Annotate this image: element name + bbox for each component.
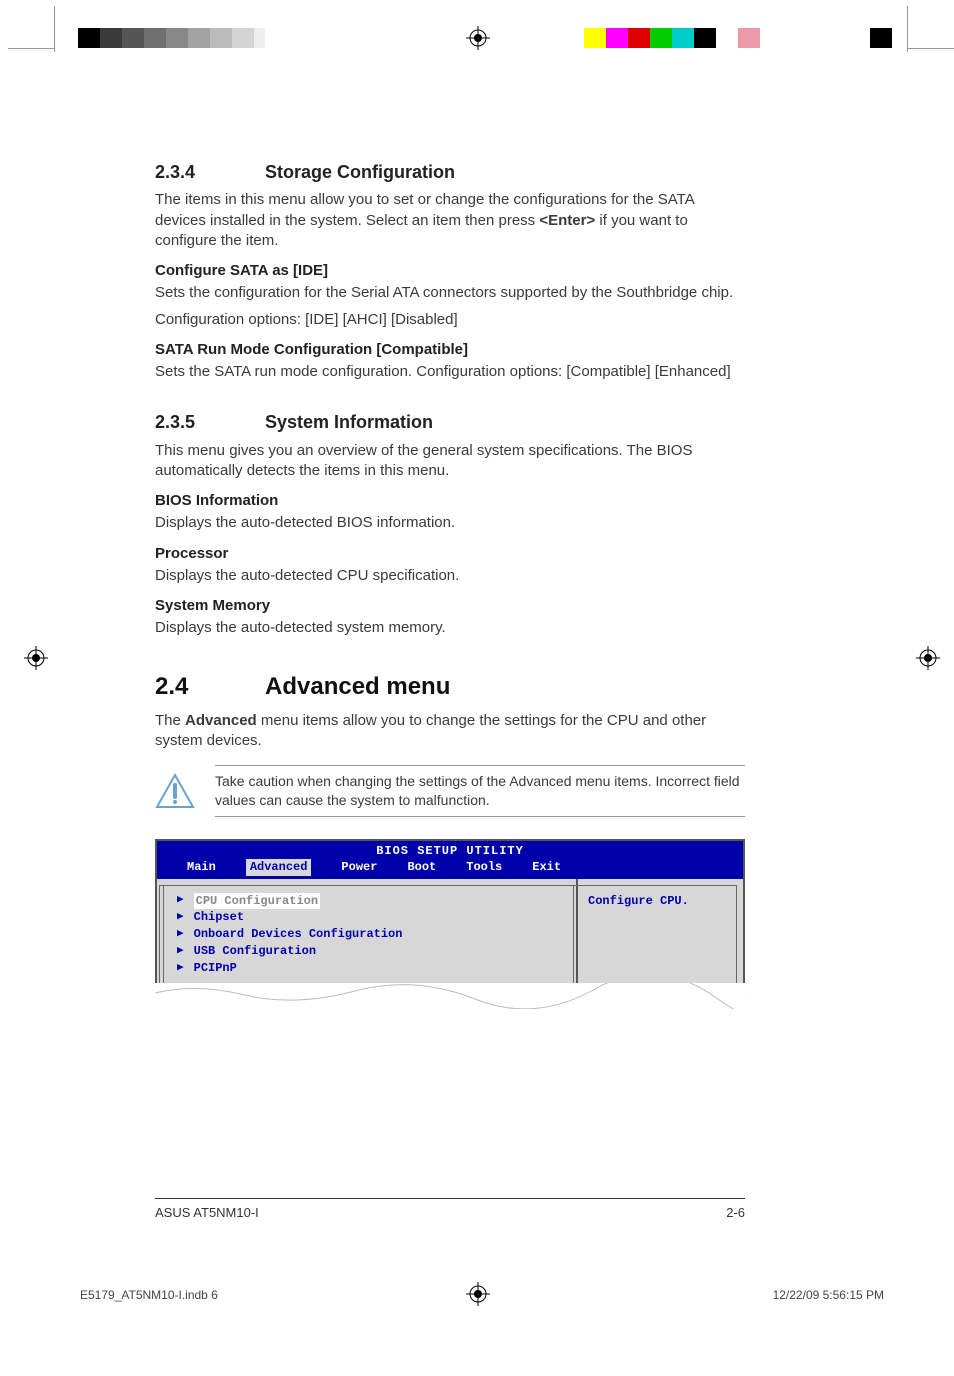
bios-tab-advanced: Advanced [246, 859, 312, 875]
para: Sets the configuration for the Serial AT… [155, 283, 745, 303]
bios-title: BIOS SETUP UTILITY [157, 841, 743, 859]
page-content: 2.3.4Storage Configuration The items in … [155, 160, 745, 1009]
caution-icon [155, 771, 195, 811]
torn-edge [155, 983, 745, 1009]
caution-text: Take caution when changing the settings … [215, 765, 745, 817]
bios-tabs: Main Advanced Power Boot Tools Exit [157, 859, 743, 878]
bios-tab-power: Power [341, 859, 377, 875]
registration-mark-icon [466, 26, 490, 50]
footer-pagenum: 2-6 [726, 1205, 745, 1220]
bios-item-pcipnp: ▶PCIPnP [177, 960, 566, 977]
registration-mark-icon [916, 646, 940, 670]
print-date: 12/22/09 5:56:15 PM [773, 1288, 884, 1302]
bios-tab-main: Main [187, 859, 216, 875]
bios-help-text: Configure CPU. [588, 894, 689, 908]
bios-item-cpu: ▶CPU Configuration [177, 893, 566, 910]
triangle-right-icon: ▶ [177, 910, 184, 925]
heading-235: 2.3.5System Information [155, 410, 745, 434]
footer-product: ASUS AT5NM10-I [155, 1205, 259, 1220]
subhead-processor: Processor [155, 544, 745, 564]
para: Configuration options: [IDE] [AHCI] [Dis… [155, 310, 745, 330]
color-bar-left [78, 28, 375, 48]
para: Displays the auto-detected system memory… [155, 618, 745, 638]
bios-tab-tools: Tools [466, 859, 502, 875]
para-24-intro: The Advanced menu items allow you to cha… [155, 711, 745, 752]
registration-mark-icon [24, 646, 48, 670]
para: Displays the auto-detected CPU specifica… [155, 566, 745, 586]
triangle-right-icon: ▶ [177, 893, 184, 908]
triangle-right-icon: ▶ [177, 961, 184, 976]
bios-item-chipset: ▶Chipset [177, 909, 566, 926]
print-footer: E5179_AT5NM10-I.indb 6 12/22/09 5:56:15 … [80, 1288, 884, 1302]
subhead-sysmem: System Memory [155, 596, 745, 616]
bios-tab-exit: Exit [532, 859, 561, 875]
para-235-intro: This menu gives you an overview of the g… [155, 441, 745, 482]
subhead-sata-runmode: SATA Run Mode Configuration [Compatible] [155, 340, 745, 360]
para: Sets the SATA run mode configuration. Co… [155, 362, 745, 382]
triangle-right-icon: ▶ [177, 944, 184, 959]
bios-tab-boot: Boot [407, 859, 436, 875]
page-footer: ASUS AT5NM10-I 2-6 [155, 1198, 745, 1220]
bios-item-onboard: ▶Onboard Devices Configuration [177, 926, 566, 943]
color-bar-right [584, 28, 892, 48]
para-234-intro: The items in this menu allow you to set … [155, 190, 745, 251]
triangle-right-icon: ▶ [177, 927, 184, 942]
print-file: E5179_AT5NM10-I.indb 6 [80, 1288, 218, 1302]
bios-item-usb: ▶USB Configuration [177, 943, 566, 960]
heading-234: 2.3.4Storage Configuration [155, 160, 745, 184]
subhead-configure-sata: Configure SATA as [IDE] [155, 261, 745, 281]
heading-24: 2.4Advanced menu [155, 671, 745, 703]
subhead-biosinfo: BIOS Information [155, 491, 745, 511]
caution-note: Take caution when changing the settings … [155, 765, 745, 817]
bios-screenshot: BIOS SETUP UTILITY Main Advanced Power B… [155, 839, 745, 1008]
para: Displays the auto-detected BIOS informat… [155, 513, 745, 533]
